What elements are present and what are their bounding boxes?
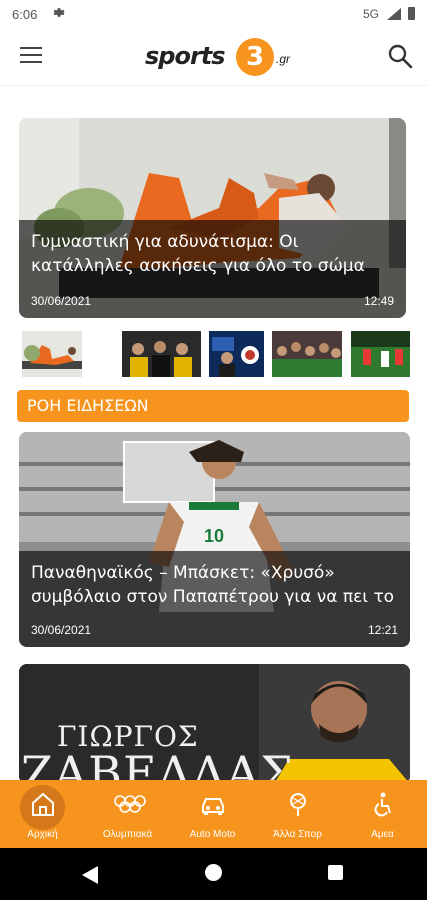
- news-article-overlay: Παναθηναϊκός – Μπάσκετ: «Χρυσό» συμβόλαι…: [19, 551, 410, 647]
- logo-word: sports: [145, 42, 226, 70]
- banner-last-name: ΖΑΒΕΛΛΑΣ: [21, 746, 294, 784]
- hamburger-menu-icon[interactable]: [20, 47, 42, 67]
- back-icon[interactable]: [82, 866, 98, 889]
- search-icon[interactable]: [387, 43, 413, 69]
- nav-other-sports-label: Άλλα Σπορ: [273, 829, 322, 840]
- featured-article-overlay: Γυμναστική για αδυνάτισμα: Οι κατάλληλες…: [19, 220, 406, 318]
- thumbnail-football-match[interactable]: [351, 331, 410, 377]
- accessibility-icon: [368, 790, 398, 818]
- thumbnail-group-photo[interactable]: [122, 331, 201, 377]
- nav-home-label: Αρχική: [27, 829, 58, 840]
- settings-gear-icon: [52, 6, 65, 22]
- nav-accessibility-label: Αμεα: [371, 829, 394, 840]
- nav-auto-moto-label: Auto Moto: [189, 829, 236, 840]
- news-article-card[interactable]: ΓΙΩΡΓΟΣ ΖΑΒΕΛΛΑΣ: [19, 664, 410, 784]
- thumbnail-workout[interactable]: [22, 331, 82, 377]
- news-article-card[interactable]: 10 Παναθηναϊκός – Μπάσκετ: «Χρυσό» συμβό…: [19, 432, 410, 647]
- bottom-navigation: Αρχική Ολυμπιακά Auto Moto Άλλα Σπορ Αμε…: [0, 780, 427, 848]
- featured-article-date: 30/06/2021: [31, 294, 92, 308]
- signal-icon: [387, 8, 401, 23]
- status-bar: 6:06 5G: [0, 0, 427, 28]
- logo-number: 3: [236, 38, 274, 76]
- nav-home[interactable]: Αρχική: [0, 780, 85, 848]
- featured-thumbnail-strip: [22, 331, 410, 377]
- nav-olympics-label: Ολυμπιακά: [102, 829, 153, 840]
- olympic-rings-icon: [113, 790, 146, 818]
- app-bar: sports 3 .gr: [0, 28, 427, 86]
- system-navigation-bar: [0, 848, 427, 900]
- sports-ball-icon: [283, 790, 313, 818]
- featured-article-title: Γυμναστική για αδυνάτισμα: Οι κατάλληλες…: [31, 232, 365, 276]
- news-article-title: Παναθηναϊκός – Μπάσκετ: «Χρυσό» συμβόλαι…: [31, 563, 395, 607]
- featured-article-time: 12:49: [363, 294, 394, 308]
- home-icon: [28, 790, 58, 818]
- nav-accessibility[interactable]: Αμεα: [340, 780, 425, 848]
- svg-text:10: 10: [204, 526, 224, 546]
- home-circle-icon[interactable]: [205, 864, 222, 881]
- nav-olympics[interactable]: Ολυμπιακά: [85, 780, 170, 848]
- recent-apps-icon[interactable]: [328, 865, 343, 880]
- featured-article-card[interactable]: Γυμναστική για αδυνάτισμα: Οι κατάλληλες…: [19, 118, 406, 318]
- battery-icon: [408, 7, 415, 20]
- logo-tld: .gr: [276, 52, 291, 66]
- nav-auto-moto[interactable]: Auto Moto: [170, 780, 255, 848]
- news-feed-section-header: ΡΟΗ ΕΙΔΗΣΕΩΝ: [17, 390, 409, 422]
- news-article-date: 30/06/2021: [31, 623, 92, 637]
- thumbnail-tv-studio[interactable]: [209, 331, 264, 377]
- nav-other-sports[interactable]: Άλλα Σπορ: [255, 780, 340, 848]
- network-type: 5G: [362, 7, 379, 21]
- sports3-logo[interactable]: sports 3 .gr: [145, 38, 295, 78]
- thumbnail-crowd[interactable]: [272, 331, 342, 377]
- news-article-time: 12:21: [367, 623, 398, 637]
- status-time: 6:06: [12, 7, 38, 22]
- car-icon: [198, 790, 228, 818]
